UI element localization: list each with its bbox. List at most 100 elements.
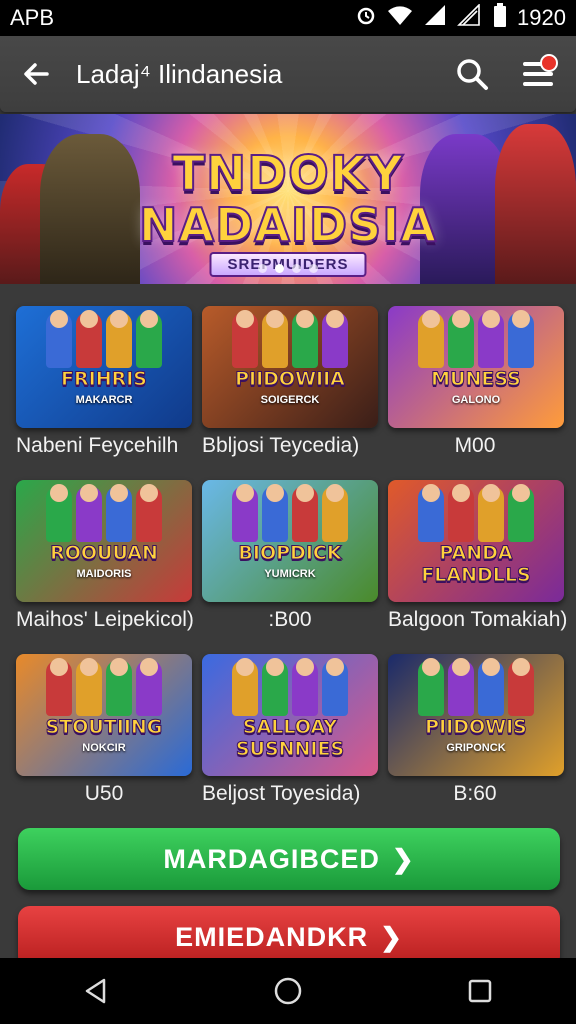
- game-logo-text: STOUTIING: [45, 716, 163, 739]
- character-figure: [76, 484, 102, 542]
- carousel-dot[interactable]: [258, 264, 267, 273]
- circle-home-icon: [274, 977, 302, 1005]
- character-figure: [106, 484, 132, 542]
- no-sim-icon: [457, 3, 483, 32]
- game-logo-text: MUNESS: [431, 368, 522, 391]
- character-figure: [106, 658, 132, 716]
- character-figure: [46, 484, 72, 542]
- character-figure: [76, 310, 102, 368]
- carousel-dot[interactable]: [275, 264, 284, 273]
- secondary-button-label: EMIEDANDKR: [175, 921, 369, 952]
- character-group: [16, 658, 192, 720]
- game-thumbnail[interactable]: PIIDOWIIA SOIGERCK: [202, 306, 378, 428]
- back-button[interactable]: [16, 54, 56, 94]
- character-figure: [448, 310, 474, 368]
- game-card[interactable]: ROOUUAN MAIDORIS Maihos' Leipekicol): [16, 480, 194, 654]
- character-group: [388, 484, 564, 546]
- character-figure: [232, 310, 258, 368]
- chevron-right-icon: ❯: [380, 921, 403, 952]
- carousel-dots: [258, 264, 318, 273]
- game-thumbnail[interactable]: MUNESS GALONO: [388, 306, 564, 428]
- game-caption: U50: [84, 782, 124, 805]
- game-logo-text: BIOPDICK: [238, 542, 342, 565]
- character-figure: [508, 484, 534, 542]
- game-caption: B:60: [453, 782, 497, 805]
- character-figure: [478, 310, 504, 368]
- system-nav-bar: [0, 958, 576, 1024]
- game-card[interactable]: STOUTIING NOKCIR U50: [16, 654, 192, 828]
- character-figure: [322, 310, 348, 368]
- game-card[interactable]: PIIDOWIIA SOIGERCK Bbljosi Teycedia): [202, 306, 378, 480]
- character-figure: [508, 658, 534, 716]
- character-group: [388, 310, 564, 372]
- character-figure: [418, 658, 444, 716]
- game-card[interactable]: PIIDOWIS GRIPONCK B:60: [388, 654, 564, 828]
- game-card[interactable]: FRIHRIS MAKARCR Nabeni Feycehilh: [16, 306, 192, 480]
- game-thumbnail[interactable]: SALLOAY SUSNNIES: [202, 654, 378, 776]
- character-figure: [418, 484, 444, 542]
- game-thumbnail[interactable]: ROOUUAN MAIDORIS: [16, 480, 192, 602]
- triangle-back-icon: [85, 978, 106, 1004]
- game-card[interactable]: MUNESS GALONO M00: [388, 306, 564, 480]
- game-thumbnail[interactable]: PIIDOWIS GRIPONCK: [388, 654, 564, 776]
- character-figure: [262, 484, 288, 542]
- carousel-dot[interactable]: [292, 264, 301, 273]
- search-button[interactable]: [450, 52, 494, 96]
- carousel-dot[interactable]: [309, 264, 318, 273]
- game-caption: :B00: [268, 608, 312, 631]
- game-thumbnail[interactable]: FRIHRIS MAKARCR: [16, 306, 192, 428]
- chevron-right-icon: ❯: [391, 843, 415, 874]
- game-logo-subtext: NOKCIR: [82, 742, 126, 754]
- nav-recents-button[interactable]: [450, 961, 510, 1021]
- game-thumbnail[interactable]: BIOPDICK YUMICRK: [202, 480, 378, 602]
- game-card[interactable]: SALLOAY SUSNNIES Beljost Toyesida): [202, 654, 378, 828]
- character-figure: [136, 310, 162, 368]
- character-figure: [136, 484, 162, 542]
- character-group: [202, 484, 378, 546]
- game-logo-text: ROOUUAN: [50, 542, 159, 565]
- game-grid: FRIHRIS MAKARCR Nabeni Feycehilh PIIDOWIIA S…: [16, 306, 568, 828]
- character-figure: [292, 310, 318, 368]
- game-logo-text: SALLOAY SUSNNIES: [235, 716, 345, 761]
- game-thumbnail[interactable]: PANDA FLANDLLS: [388, 480, 564, 602]
- character-group: [202, 310, 378, 372]
- signal-icon: [423, 4, 447, 32]
- menu-button[interactable]: [516, 52, 560, 96]
- game-logo-subtext: SOIGERCK: [260, 394, 320, 406]
- game-logo-text: PIIDOWIIA: [235, 368, 346, 391]
- character-group: [16, 484, 192, 546]
- game-card[interactable]: PANDA FLANDLLS Balgoon Tomakiah): [388, 480, 568, 654]
- character-figure: [262, 310, 288, 368]
- character-figure: [46, 310, 72, 368]
- game-caption: Maihos' Leipekicol): [16, 608, 194, 631]
- character-figure: [322, 658, 348, 716]
- game-caption: M00: [454, 434, 496, 457]
- character-figure: [292, 658, 318, 716]
- nav-home-button[interactable]: [258, 961, 318, 1021]
- character-figure: [76, 658, 102, 716]
- carrier-label: APB: [10, 5, 55, 30]
- primary-button[interactable]: MARDAGIBCED ❯: [18, 828, 560, 890]
- game-logo-subtext: GALONO: [451, 394, 501, 406]
- game-caption: Balgoon Tomakiah): [388, 608, 568, 631]
- status-bar: APB 1920: [0, 0, 576, 36]
- game-card[interactable]: BIOPDICK YUMICRK :B00: [202, 480, 378, 654]
- nav-back-button[interactable]: [66, 961, 126, 1021]
- character-group: [16, 310, 192, 372]
- alarm-icon: [355, 4, 377, 32]
- game-thumbnail[interactable]: STOUTIING NOKCIR: [16, 654, 192, 776]
- game-caption: Bbljosi Teycedia): [202, 434, 360, 457]
- arrow-left-icon: [24, 63, 49, 85]
- square-recents-icon: [468, 979, 492, 1003]
- game-logo-text: PIIDOWIS: [425, 716, 528, 739]
- game-caption: Nabeni Feycehilh: [16, 434, 179, 457]
- banner-headline-2: NADAIDSIA: [138, 197, 438, 253]
- character-figure: [262, 658, 288, 716]
- primary-button-label: MARDAGIBCED: [163, 843, 380, 874]
- battery-icon: [493, 3, 507, 33]
- character-figure: [136, 658, 162, 716]
- character-figure: [106, 310, 132, 368]
- character-figure: [46, 658, 72, 716]
- promo-banner[interactable]: TNDOKY NADAIDSIA SREPMUIDERS: [0, 114, 576, 284]
- character-figure: [478, 658, 504, 716]
